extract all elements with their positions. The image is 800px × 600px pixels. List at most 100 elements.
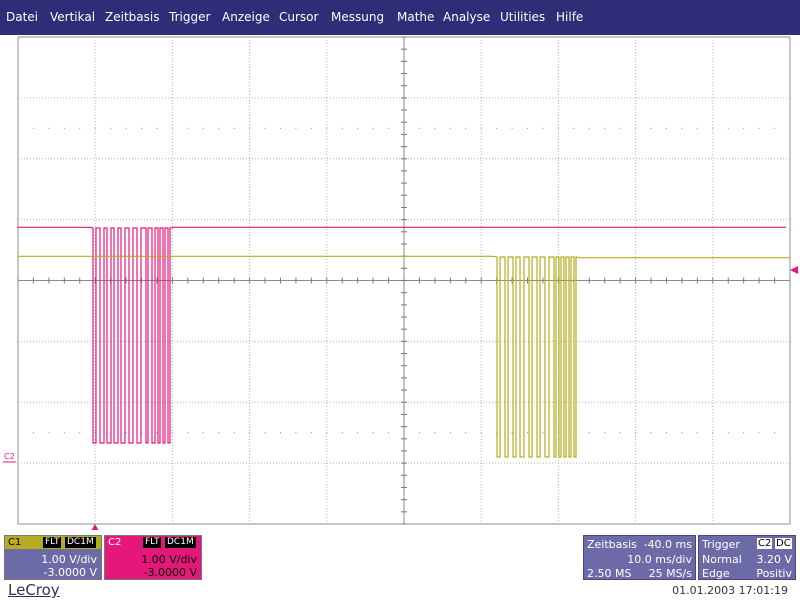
menu-cursor[interactable]: Cursor — [279, 10, 318, 24]
grid-dot — [264, 432, 266, 434]
ch1-descriptor[interactable]: C1 FLT DC1M 1.00 V/div -3.0000 V — [4, 535, 102, 580]
grid-dot — [32, 432, 34, 434]
brand-logo: LeCroy — [8, 581, 60, 599]
grid-dot — [588, 127, 590, 129]
grid-dot — [125, 127, 127, 129]
trigger-level-marker[interactable] — [790, 266, 798, 274]
grid-dot — [789, 432, 791, 434]
grid-dot — [156, 432, 158, 434]
grid-dot — [110, 127, 112, 129]
menu-anzeige[interactable]: Anzeige — [222, 10, 270, 24]
grid-dot — [357, 432, 359, 434]
timebase-samples: 2.50 MS — [587, 567, 632, 580]
grid-dot — [681, 432, 683, 434]
grid-dot — [449, 127, 451, 129]
grid-dot — [604, 127, 606, 129]
grid-dot — [511, 127, 513, 129]
ch1-header: C1 FLT DC1M — [5, 536, 101, 549]
ch1-coupling-tag: DC1M — [65, 537, 96, 548]
grid-dot — [650, 127, 652, 129]
menu-vertikal[interactable]: Vertikal — [50, 10, 95, 24]
menu-utilities[interactable]: Utilities — [500, 10, 545, 24]
grid-dot — [588, 432, 590, 434]
grid-dot — [650, 432, 652, 434]
ch1-offset: -3.0000 V — [43, 566, 97, 579]
grid-dot — [279, 127, 281, 129]
menu-analyse[interactable]: Analyse — [443, 10, 490, 24]
grid-dot — [434, 432, 436, 434]
grid-dot — [789, 127, 791, 129]
grid-dot — [573, 127, 575, 129]
grid-dot — [218, 432, 220, 434]
trigger-channel-tag: C2 — [757, 538, 773, 549]
grid-dot — [665, 127, 667, 129]
grid-dot — [465, 432, 467, 434]
grid-dot — [17, 127, 19, 129]
grid-dot — [557, 127, 559, 129]
grid-dot — [727, 127, 729, 129]
menu-hilfe[interactable]: Hilfe — [556, 10, 583, 24]
grid-dot — [696, 127, 698, 129]
menu-mathe[interactable]: Mathe — [397, 10, 434, 24]
grid-dot — [542, 127, 544, 129]
grid-dot — [727, 432, 729, 434]
grid-dot — [295, 127, 297, 129]
menu-datei[interactable]: Datei — [6, 10, 38, 24]
grid-dot — [527, 432, 529, 434]
trigger-mode: Normal — [702, 553, 742, 566]
ch2-descriptor[interactable]: C2 FLT DC1M 1.00 V/div -3.0000 V — [104, 535, 202, 580]
grid-dot — [141, 127, 143, 129]
ch2-filter-tag: FLT — [143, 537, 162, 548]
grid-dot — [79, 127, 81, 129]
grid-dot — [264, 127, 266, 129]
grid-dot — [774, 432, 776, 434]
menu-trigger[interactable]: Trigger — [169, 10, 210, 24]
ch2-name: C2 — [108, 537, 122, 548]
grid-dot — [635, 127, 637, 129]
trigger-descriptor[interactable]: Trigger C2 DC Normal 3.20 V Edge Positiv — [698, 535, 796, 580]
ch1-scale: 1.00 V/div — [41, 553, 97, 566]
ch1-name: C1 — [8, 537, 22, 548]
menu-bar: Datei Vertikal Zeitbasis Trigger Anzeige… — [0, 0, 800, 35]
grid-dot — [249, 127, 251, 129]
grid-dot — [542, 432, 544, 434]
trigger-level: 3.20 V — [756, 553, 792, 566]
grid-dot — [187, 127, 189, 129]
menu-zeitbasis[interactable]: Zeitbasis — [105, 10, 159, 24]
ch2-scale: 1.00 V/div — [141, 553, 197, 566]
grid-dot — [171, 127, 173, 129]
grid-dot — [758, 432, 760, 434]
grid-dot — [696, 432, 698, 434]
timebase-sample-rate: 25 MS/s — [648, 567, 692, 580]
grid-dot — [619, 127, 621, 129]
grid-dot — [434, 127, 436, 129]
date-time: 01.01.2003 17:01:19 — [672, 584, 788, 597]
grid-dot — [527, 127, 529, 129]
grid-dot — [94, 127, 96, 129]
timebase-descriptor[interactable]: Zeitbasis -40.0 ms 10.0 ms/div 2.50 MS 2… — [583, 535, 696, 580]
grid-dot — [403, 127, 405, 129]
grid-dot — [372, 432, 374, 434]
grid-dot — [310, 432, 312, 434]
ch2-marker-label: C2 — [4, 452, 15, 461]
grid-dot — [249, 432, 251, 434]
grid-dot — [681, 127, 683, 129]
grid-dot — [418, 432, 420, 434]
trigger-type: Edge — [702, 567, 730, 580]
ch2-offset: -3.0000 V — [143, 566, 197, 579]
grid-dot — [295, 432, 297, 434]
timebase-label: Zeitbasis — [587, 538, 637, 551]
grid-dot — [79, 432, 81, 434]
trigger-label: Trigger — [702, 538, 740, 551]
waveform-display[interactable]: C2 — [0, 35, 800, 530]
grid-dot — [202, 432, 204, 434]
trigger-slope: Positiv — [756, 567, 792, 580]
grid-dot — [156, 127, 158, 129]
timebase-per-div: 10.0 ms/div — [627, 553, 692, 566]
trigger-position-marker[interactable] — [91, 524, 99, 530]
grid-dot — [712, 432, 714, 434]
grid-dot — [480, 432, 482, 434]
menu-messung[interactable]: Messung — [331, 10, 384, 24]
grid-dot — [233, 432, 235, 434]
grid-dot — [403, 432, 405, 434]
